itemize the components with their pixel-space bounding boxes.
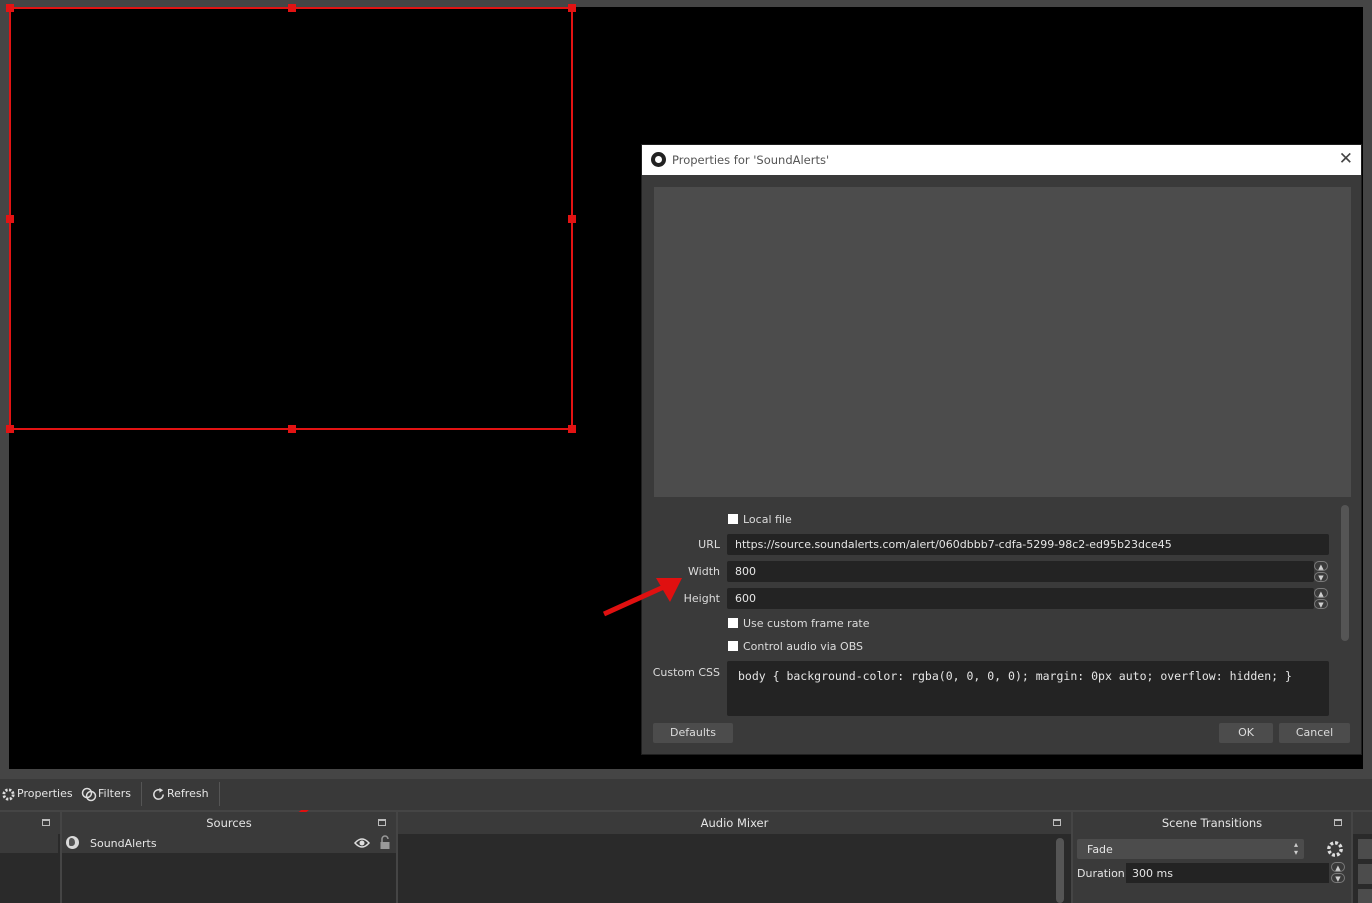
arrow-annotation-icon [602, 578, 682, 617]
resize-handle-bl[interactable] [6, 425, 14, 433]
url-label: URL [698, 538, 720, 551]
sources-toolbar: Properties Filters Refresh [0, 779, 1372, 810]
close-icon[interactable]: ✕ [1339, 149, 1353, 169]
control-button-stub[interactable] [1358, 864, 1372, 884]
height-input[interactable]: 600 [727, 588, 1314, 609]
scene-transitions-header: Scene Transitions [1073, 812, 1351, 834]
refresh-button[interactable]: Refresh [167, 787, 209, 800]
undock-icon[interactable] [42, 819, 50, 826]
sources-dock-header: Sources [62, 812, 396, 834]
chevron-up-icon[interactable]: ▲ [1314, 561, 1328, 571]
transition-select[interactable]: Fade ▴ ▾ [1077, 839, 1304, 859]
toolbar-divider [141, 782, 142, 806]
sources-dock: Sources SoundAlerts [62, 812, 396, 903]
resize-handle-tl[interactable] [6, 4, 14, 12]
chevron-up-icon[interactable]: ▲ [1314, 588, 1328, 598]
resize-handle-br[interactable] [568, 425, 576, 433]
control-audio-label: Control audio via OBS [743, 640, 864, 653]
undock-icon[interactable] [378, 819, 386, 826]
gear-icon[interactable] [1326, 840, 1344, 858]
chevron-down-icon[interactable]: ▼ [1331, 873, 1345, 883]
control-button-stub[interactable] [1358, 889, 1372, 903]
controls-dock-edge [1353, 812, 1372, 903]
resize-handle-r[interactable] [568, 215, 576, 223]
lock-icon[interactable] [379, 835, 391, 850]
resize-handle-tr[interactable] [568, 4, 576, 12]
audio-mixer-dock: Audio Mixer [398, 812, 1071, 903]
undock-icon[interactable] [1053, 819, 1061, 826]
url-input[interactable]: https://source.soundalerts.com/alert/060… [727, 534, 1329, 555]
filters-icon [81, 787, 97, 802]
eye-icon[interactable] [354, 837, 370, 849]
transition-value: Fade [1087, 843, 1113, 856]
cancel-button[interactable]: Cancel [1279, 723, 1350, 743]
scenes-dock [0, 812, 60, 903]
chevron-down-icon[interactable]: ▼ [1314, 599, 1328, 609]
custom-css-textarea[interactable]: body { background-color: rgba(0, 0, 0, 0… [727, 661, 1329, 716]
source-list-item[interactable]: SoundAlerts [62, 834, 396, 853]
height-stepper[interactable]: ▲ ▼ [1314, 588, 1328, 609]
dialog-titlebar[interactable]: Properties for 'SoundAlerts' ✕ [642, 145, 1361, 175]
scene-transitions-dock: Scene Transitions Fade ▴ ▾ Duration 300 m… [1073, 812, 1351, 903]
gear-icon [2, 788, 15, 801]
scenes-dock-header [0, 812, 60, 834]
globe-icon [66, 836, 79, 849]
obs-logo-icon [651, 152, 666, 167]
dialog-title: Properties for 'SoundAlerts' [672, 153, 830, 167]
control-audio-checkbox[interactable] [728, 641, 738, 651]
dialog-scrollbar[interactable] [1341, 505, 1349, 641]
chevron-up-icon[interactable]: ▲ [1331, 862, 1345, 872]
controls-dock-header [1353, 812, 1372, 834]
refresh-icon [153, 787, 164, 800]
toolbar-divider [219, 782, 220, 806]
browser-source-preview [654, 187, 1351, 497]
filters-button[interactable]: Filters [98, 787, 131, 800]
custom-fps-label: Use custom frame rate [743, 617, 870, 630]
resize-handle-t[interactable] [288, 4, 296, 12]
custom-css-label: Custom CSS [652, 666, 720, 679]
audio-mixer-scrollbar[interactable] [1056, 838, 1064, 903]
undock-icon[interactable] [1334, 819, 1342, 826]
duration-input[interactable]: 300 ms [1126, 863, 1329, 883]
custom-fps-checkbox[interactable] [728, 618, 738, 628]
source-name: SoundAlerts [90, 837, 157, 850]
resize-handle-l[interactable] [6, 215, 14, 223]
source-selection-box[interactable] [6, 4, 576, 433]
local-file-checkbox[interactable] [728, 514, 738, 524]
width-stepper[interactable]: ▲ ▼ [1314, 561, 1328, 582]
chevron-down-icon: ▴ ▾ [1293, 840, 1298, 857]
duration-stepper[interactable]: ▲ ▼ [1331, 862, 1345, 884]
width-input[interactable]: 800 [727, 561, 1314, 582]
scene-row[interactable] [0, 834, 58, 853]
chevron-down-icon[interactable]: ▼ [1314, 572, 1328, 582]
defaults-button[interactable]: Defaults [653, 723, 733, 743]
resize-handle-b[interactable] [288, 425, 296, 433]
duration-label: Duration [1077, 867, 1125, 880]
audio-mixer-header: Audio Mixer [398, 812, 1071, 834]
properties-dialog: Properties for 'SoundAlerts' ✕ Local fil… [641, 144, 1362, 755]
properties-button[interactable]: Properties [17, 787, 73, 800]
control-button-stub[interactable] [1358, 839, 1372, 859]
ok-button[interactable]: OK [1219, 723, 1273, 743]
local-file-label: Local file [743, 513, 792, 526]
